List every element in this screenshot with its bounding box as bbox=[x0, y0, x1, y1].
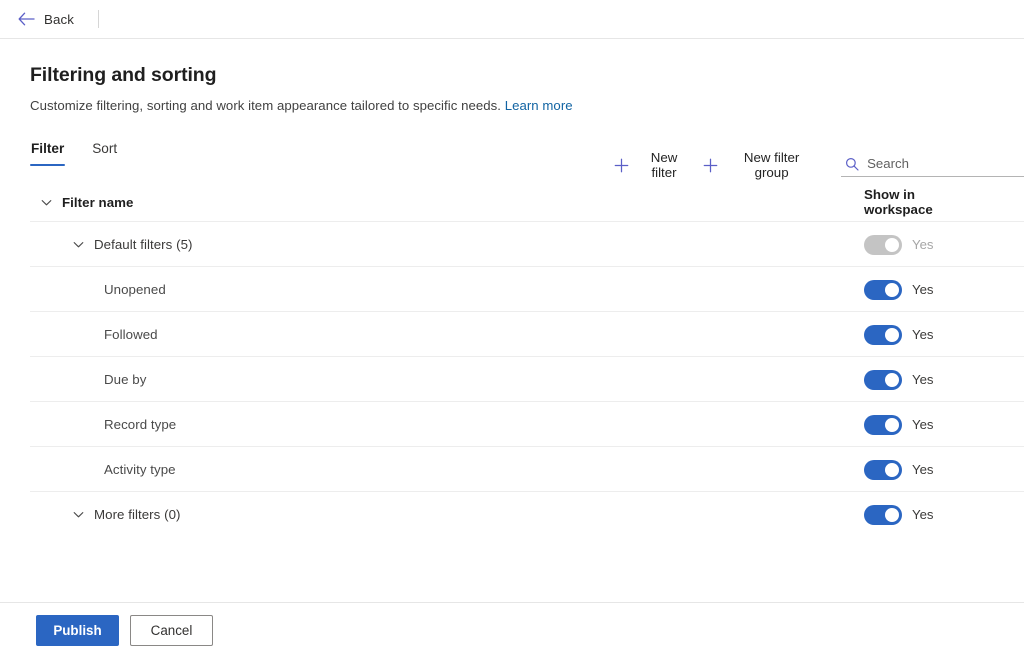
new-filter-group-label: New filter group bbox=[743, 150, 800, 180]
search-input[interactable] bbox=[867, 156, 1022, 171]
search-box[interactable] bbox=[841, 153, 1024, 177]
search-icon bbox=[845, 157, 859, 171]
show-in-workspace-toggle[interactable] bbox=[864, 369, 902, 390]
row-label: Activity type bbox=[104, 462, 176, 477]
toggle-knob bbox=[885, 507, 899, 522]
toggle-state-label: Yes bbox=[912, 372, 934, 387]
row-toggle-cell: Yes bbox=[864, 459, 1024, 480]
row-label: Due by bbox=[104, 372, 147, 387]
back-button[interactable]: Back bbox=[12, 8, 80, 31]
page-subtitle-text: Customize filtering, sorting and work it… bbox=[30, 98, 501, 113]
toggle-knob bbox=[885, 237, 899, 252]
table-row[interactable]: Followed Yes bbox=[0, 312, 1024, 357]
toggle-knob bbox=[885, 327, 899, 342]
table-row[interactable]: Activity type Yes bbox=[0, 447, 1024, 492]
toolbar-divider bbox=[97, 10, 99, 28]
filters-table: Filter name Show in workspace Default fi… bbox=[0, 182, 1024, 537]
table-row[interactable]: More filters (0) Yes bbox=[0, 492, 1024, 537]
show-in-workspace-toggle[interactable] bbox=[864, 459, 902, 480]
tab-list: Filter Sort bbox=[30, 138, 118, 166]
row-label: Default filters (5) bbox=[94, 237, 193, 252]
toggle-knob bbox=[885, 462, 899, 477]
publish-button[interactable]: Publish bbox=[36, 615, 119, 646]
show-in-workspace-toggle[interactable] bbox=[864, 324, 902, 345]
toggle-knob bbox=[885, 372, 899, 387]
table-row[interactable]: Unopened Yes bbox=[0, 267, 1024, 312]
row-label: Followed bbox=[104, 327, 158, 342]
toggle-state-label: Yes bbox=[912, 282, 934, 297]
learn-more-link[interactable]: Learn more bbox=[505, 98, 573, 113]
toggle-knob bbox=[885, 417, 899, 432]
filter-toolbar: New filter New filter group bbox=[608, 146, 1024, 184]
row-toggle-cell: Yes bbox=[864, 504, 1024, 525]
page-header: Filtering and sorting Customize filterin… bbox=[0, 39, 1024, 113]
show-in-workspace-toggle[interactable] bbox=[864, 504, 902, 525]
show-in-workspace-toggle[interactable] bbox=[864, 414, 902, 435]
chevron-down-icon[interactable] bbox=[62, 238, 94, 251]
table-row[interactable]: Record type Yes bbox=[0, 402, 1024, 447]
row-label: More filters (0) bbox=[94, 507, 181, 522]
row-label: Record type bbox=[104, 417, 177, 432]
page-subtitle: Customize filtering, sorting and work it… bbox=[30, 98, 1024, 113]
show-in-workspace-toggle bbox=[864, 234, 902, 255]
new-filter-label: New filter bbox=[650, 150, 678, 180]
toggle-state-label: Yes bbox=[912, 327, 934, 342]
row-toggle-cell: Yes bbox=[864, 234, 1024, 255]
column-header-filter-name: Filter name bbox=[62, 194, 134, 210]
row-toggle-cell: Yes bbox=[864, 279, 1024, 300]
toggle-state-label: Yes bbox=[912, 417, 934, 432]
tab-filter[interactable]: Filter bbox=[30, 138, 66, 166]
top-command-bar: Back bbox=[0, 0, 1024, 39]
plus-icon bbox=[703, 158, 718, 173]
new-filter-button[interactable]: New filter bbox=[608, 146, 697, 184]
table-row[interactable]: Due by Yes bbox=[0, 357, 1024, 402]
expand-all-toggle[interactable] bbox=[30, 196, 62, 209]
column-header-show-in-workspace: Show in workspace bbox=[864, 187, 933, 217]
show-in-workspace-toggle[interactable] bbox=[864, 279, 902, 300]
cancel-button[interactable]: Cancel bbox=[130, 615, 213, 646]
toggle-state-label: Yes bbox=[912, 462, 934, 477]
toggle-state-label: Yes bbox=[912, 237, 934, 252]
tabs-toolbar-row: Filter Sort New filter New filter group bbox=[0, 138, 1024, 180]
new-filter-group-button[interactable]: New filter group bbox=[697, 146, 823, 184]
table-header-row: Filter name Show in workspace bbox=[0, 182, 1024, 222]
plus-icon bbox=[614, 158, 629, 173]
tab-sort[interactable]: Sort bbox=[91, 138, 118, 166]
table-row[interactable]: Default filters (5) Yes bbox=[0, 222, 1024, 267]
chevron-down-icon[interactable] bbox=[62, 508, 94, 521]
row-toggle-cell: Yes bbox=[864, 414, 1024, 435]
arrow-left-icon bbox=[18, 12, 35, 26]
page-title: Filtering and sorting bbox=[30, 64, 217, 86]
row-toggle-cell: Yes bbox=[864, 324, 1024, 345]
toggle-knob bbox=[885, 282, 899, 297]
back-label: Back bbox=[44, 11, 74, 27]
row-label: Unopened bbox=[104, 282, 166, 297]
row-toggle-cell: Yes bbox=[864, 369, 1024, 390]
footer-action-bar: Publish Cancel bbox=[0, 602, 1024, 658]
toggle-state-label: Yes bbox=[912, 507, 934, 522]
